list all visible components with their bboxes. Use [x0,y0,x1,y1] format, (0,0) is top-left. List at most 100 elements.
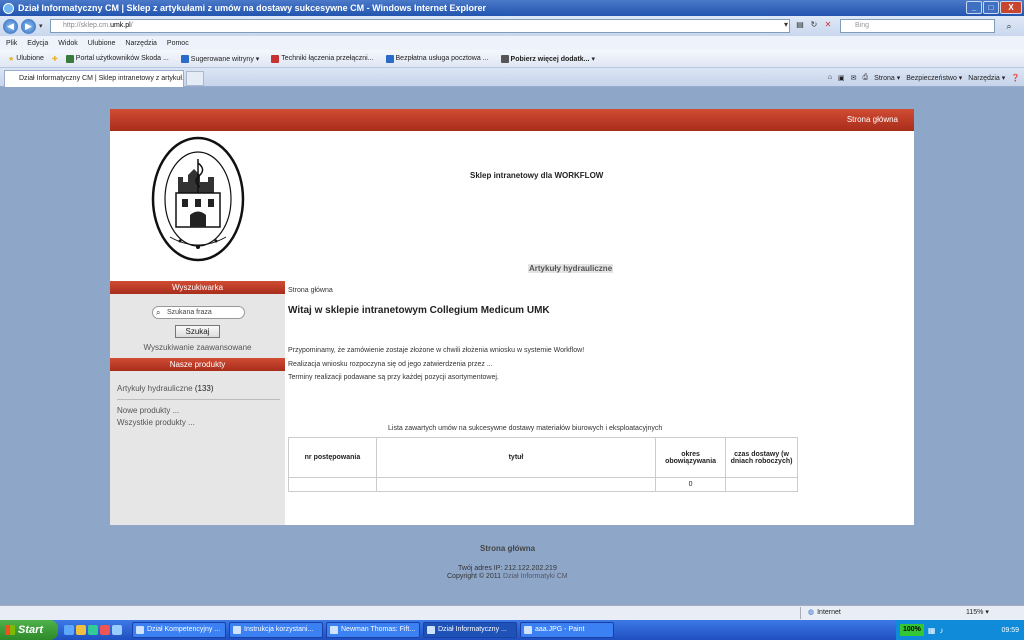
minimize-button[interactable]: _ [966,1,982,14]
favorite-item[interactable]: Bezpłatna usługa pocztowa ... [382,54,493,63]
browser-content: Strona główna Sklep intranetowy dla WORK… [0,87,1024,605]
menu-favorites[interactable]: Ulubione [88,40,116,47]
menu-view[interactable]: Widok [58,40,77,47]
search-header: Wyszukiwarka [110,281,285,294]
table-cell [725,477,798,492]
taskbar-button[interactable]: Dział Kompetencyjny ... [132,622,226,638]
app-icon[interactable] [100,625,110,635]
favorite-item[interactable]: Pobierz więcej dodatk... ▾ [497,54,599,63]
new-tab-button[interactable] [186,71,204,86]
department-link[interactable]: Dział Informatyki CM [503,573,568,580]
zoom-control[interactable]: 115% ▾ [966,608,989,616]
footer-copyright: Copyright © 2011 Dział Informatyki CM [447,573,568,580]
site-icon [65,54,74,63]
menu-edit[interactable]: Edycja [27,40,48,47]
notice-paragraph: Przypominamy, że zamówienie zostaje złoż… [288,347,585,354]
advanced-search-link[interactable]: Wyszukiwanie zaawansowane [110,343,285,352]
ie-icon[interactable] [112,625,122,635]
back-button[interactable]: ◀ [3,18,18,34]
close-button[interactable]: X [1000,1,1022,14]
system-tray: 100% ▦ ♪ 09:59 [896,620,1024,640]
home-icon[interactable]: ⌂ [828,74,832,81]
address-bar[interactable]: http://sklep.cm.umk.pl/ [50,19,790,33]
command-page[interactable]: Strona ▾ [874,74,900,82]
url-suffix: / [130,22,133,29]
url-host: umk.pl [110,22,131,29]
address-dropdown-icon[interactable]: ▾ [780,19,792,31]
web-page: Strona główna Sklep intranetowy dla WORK… [110,109,914,525]
favorite-item[interactable]: Techniki łączenia przełączni... [267,54,377,63]
category-nav-link[interactable]: Artykuły hydrauliczne [528,264,614,273]
clock[interactable]: 09:59 [1001,627,1019,634]
table-cell: 0 [655,477,727,492]
sidebar-category-link[interactable]: Artykuły hydrauliczne (133) [117,384,214,393]
maximize-button[interactable]: □ [983,1,999,14]
tab-active[interactable]: Dział Informatyczny CM | Sklep intraneto… [4,70,184,87]
footer-home-link[interactable]: Strona główna [480,544,535,553]
taskbar-button[interactable]: Instrukcja korzystani... [229,622,323,638]
start-button[interactable]: Start [0,620,58,640]
mail-icon[interactable]: ✉ [851,74,857,82]
window-controls: _ □ X [966,1,1022,14]
stop-icon[interactable]: ✕ [822,19,834,31]
ie-page-icon [180,54,189,63]
favorite-item-label: Sugerowane witryny ▾ [190,55,260,63]
search-input[interactable]: Bing [840,19,995,33]
mail-icon [385,54,394,63]
favorites-label: Ulubione [16,55,44,62]
breadcrumb[interactable]: Strona główna [288,287,333,294]
compatibility-icon[interactable]: ▤ [794,19,806,31]
history-dropdown-icon[interactable]: ▾ [39,22,43,30]
volume-icon[interactable]: ♪ [939,626,943,635]
search-icon[interactable]: ⌕ [998,19,1020,33]
forward-button[interactable]: ▶ [21,18,36,34]
taskbar-button-active[interactable]: Dział Informatyczny ... [423,622,517,638]
new-products-link[interactable]: Nowe produkty ... [117,406,179,415]
window-title: Dział Informatyczny CM | Sklep z artykuł… [18,3,487,13]
menu-help[interactable]: Pomoc [167,40,189,47]
taskbar-button[interactable]: Newman Thomas: Fift... [326,622,420,638]
notice-paragraph: Realizacja wniosku rozpoczyna się od jeg… [288,361,493,368]
search-placeholder: Szukana fraza [167,309,212,316]
app-icon[interactable] [88,625,98,635]
table-caption: Lista zawartych umów na sukcesywne dosta… [388,425,663,432]
desktop-icon[interactable] [64,625,74,635]
column-header: tytuł [375,437,657,478]
print-icon[interactable]: ⎙ [863,74,869,82]
site-title: Sklep intranetowy dla WORKFLOW [470,171,604,180]
globe-icon: ◍ [808,609,815,616]
page-topbar: Strona główna [110,109,914,131]
menu-file[interactable]: Plik [6,40,17,47]
status-divider [800,607,801,619]
copyright-text: Copyright © 2011 [447,573,502,580]
add-favorite-icon[interactable]: ✚ [52,55,58,63]
network-icon[interactable]: ▦ [928,626,936,635]
favorites-bar: ★ Ulubione ✚ Portal użytkowników Skoda ..… [0,50,1024,68]
ie-page-icon [500,54,509,63]
favorite-item-label: Portal użytkowników Skoda ... [75,55,169,62]
sidebar-search-input[interactable]: ⌕ Szukana fraza [152,306,245,319]
window-titlebar: Dział Informatyczny CM | Sklep z artykuł… [0,0,1024,16]
collegium-medicum-logo [151,136,245,262]
refresh-icon[interactable]: ↻ [808,19,820,31]
security-zone[interactable]: ◍ Internet [808,608,841,617]
command-tools[interactable]: Narzędzia ▾ [968,74,1005,82]
menu-tools[interactable]: Narzędzia [125,40,157,47]
all-products-link[interactable]: Wszystkie produkty ... [117,418,195,427]
command-bar: ⌂ ▣ ✉ ⎙ Strona ▾ Bezpieczeństwo ▾ Narzęd… [828,70,1020,85]
category-count: (133) [194,384,214,393]
table-row: 0 [288,477,798,492]
help-icon[interactable]: ❓ [1011,74,1020,82]
battery-indicator[interactable]: 100% [900,624,924,636]
site-icon [271,54,280,63]
search-button[interactable]: Szukaj [175,325,220,338]
taskbar-button[interactable]: aaa.JPG - Paint [520,622,614,638]
favorite-item[interactable]: Portal użytkowników Skoda ... [62,54,173,63]
favorite-item[interactable]: Sugerowane witryny ▾ [177,54,264,63]
favorites-button[interactable]: ★ Ulubione [4,55,48,63]
top-home-link[interactable]: Strona główna [847,115,898,124]
feeds-icon[interactable]: ▣ [838,74,845,82]
explorer-icon[interactable] [76,625,86,635]
command-safety[interactable]: Bezpieczeństwo ▾ [906,74,962,82]
tab-row: Dział Informatyczny CM | Sklep intraneto… [0,68,1024,87]
